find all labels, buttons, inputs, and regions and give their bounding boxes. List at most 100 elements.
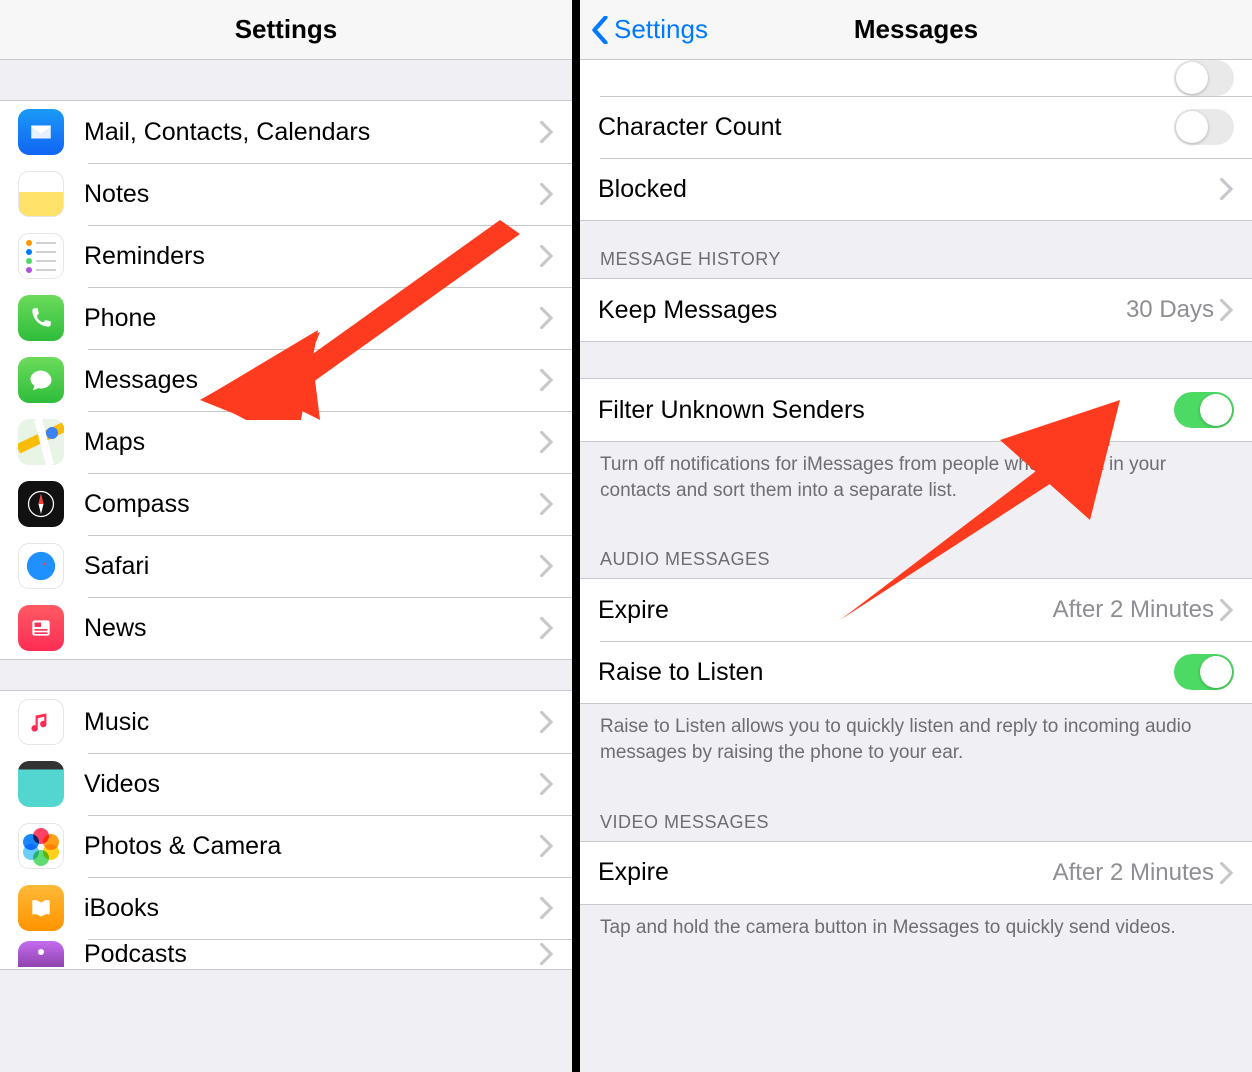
settings-row-label: Reminders <box>84 242 540 271</box>
row-value: After 2 Minutes <box>1053 859 1214 887</box>
row-filter-unknown[interactable]: Filter Unknown Senders <box>580 379 1252 441</box>
phone-icon <box>18 295 64 341</box>
settings-navbar: Settings <box>0 0 572 60</box>
settings-row-music[interactable]: Music <box>0 691 572 753</box>
footer-video: Tap and hold the camera button in Messag… <box>580 905 1252 959</box>
settings-row-messages[interactable]: Messages <box>0 349 572 411</box>
row-audio-expire[interactable]: Expire After 2 Minutes <box>580 579 1252 641</box>
settings-row-label: Notes <box>84 180 540 209</box>
settings-scroll[interactable]: Mail, Contacts, Calendars Notes <box>0 60 572 1072</box>
row-blocked[interactable]: Blocked <box>580 158 1252 220</box>
settings-row-notes[interactable]: Notes <box>0 163 572 225</box>
settings-group-apps-1: Mail, Contacts, Calendars Notes <box>0 100 572 660</box>
row-raise-to-listen[interactable]: Raise to Listen <box>580 641 1252 703</box>
settings-row-label: Mail, Contacts, Calendars <box>84 118 540 147</box>
settings-row-ibooks[interactable]: iBooks <box>0 877 572 939</box>
mail-icon <box>18 109 64 155</box>
chevron-right-icon <box>1220 599 1234 621</box>
chevron-right-icon <box>540 555 554 577</box>
settings-title: Settings <box>0 14 572 45</box>
settings-pane: Settings Mail, Contacts, Calendars Notes <box>0 0 580 1072</box>
settings-row-label: Safari <box>84 552 540 581</box>
row-clipped-top[interactable] <box>580 60 1252 96</box>
toggle-raise-to-listen[interactable] <box>1174 654 1234 690</box>
row-label: Raise to Listen <box>598 658 1174 687</box>
row-character-count[interactable]: Character Count <box>580 96 1252 158</box>
row-label: Expire <box>598 858 1053 887</box>
toggle-clipped[interactable] <box>1174 60 1234 96</box>
settings-row-label: Compass <box>84 490 540 519</box>
settings-row-label: News <box>84 614 540 643</box>
chevron-right-icon <box>540 617 554 639</box>
messages-navbar: Settings Messages <box>580 0 1252 60</box>
chevron-right-icon <box>540 369 554 391</box>
section-header-video: Video Messages <box>580 784 1252 841</box>
row-label: Keep Messages <box>598 296 1126 325</box>
settings-row-maps[interactable]: Maps <box>0 411 572 473</box>
news-icon <box>18 605 64 651</box>
section-header-audio: Audio Messages <box>580 521 1252 578</box>
chevron-right-icon <box>540 943 554 965</box>
settings-row-videos[interactable]: Videos <box>0 753 572 815</box>
chevron-right-icon <box>540 493 554 515</box>
chevron-right-icon <box>540 183 554 205</box>
messages-pane: Settings Messages Character Count Blocke… <box>580 0 1252 1072</box>
row-label: Expire <box>598 596 1053 625</box>
settings-row-label: Phone <box>84 304 540 333</box>
settings-row-phone[interactable]: Phone <box>0 287 572 349</box>
row-video-expire[interactable]: Expire After 2 Minutes <box>580 842 1252 904</box>
settings-row-photos[interactable]: Photos & Camera <box>0 815 572 877</box>
settings-row-mail[interactable]: Mail, Contacts, Calendars <box>0 101 572 163</box>
chevron-right-icon <box>1220 178 1234 200</box>
maps-icon <box>18 419 64 465</box>
back-label: Settings <box>614 14 708 45</box>
row-value: After 2 Minutes <box>1053 596 1214 624</box>
settings-row-safari[interactable]: Safari <box>0 535 572 597</box>
settings-row-news[interactable]: News <box>0 597 572 659</box>
compass-icon <box>18 481 64 527</box>
chevron-right-icon <box>540 711 554 733</box>
settings-row-label: Maps <box>84 428 540 457</box>
podcasts-icon <box>18 941 64 967</box>
messages-scroll[interactable]: Character Count Blocked Message History … <box>580 60 1252 1072</box>
settings-row-label: Messages <box>84 366 540 395</box>
row-keep-messages[interactable]: Keep Messages 30 Days <box>580 279 1252 341</box>
messages-icon <box>18 357 64 403</box>
notes-icon <box>18 171 64 217</box>
row-label: Filter Unknown Senders <box>598 396 1174 425</box>
chevron-right-icon <box>540 835 554 857</box>
videos-icon <box>18 761 64 807</box>
settings-group-apps-2: Music Videos <box>0 690 572 970</box>
chevron-right-icon <box>540 121 554 143</box>
settings-row-reminders[interactable]: Reminders <box>0 225 572 287</box>
row-label: Character Count <box>598 113 1174 142</box>
settings-row-label: Videos <box>84 770 540 799</box>
chevron-right-icon <box>540 897 554 919</box>
settings-row-label: iBooks <box>84 894 540 923</box>
photos-icon <box>18 823 64 869</box>
chevron-left-icon <box>590 16 610 44</box>
chevron-right-icon <box>540 307 554 329</box>
settings-row-compass[interactable]: Compass <box>0 473 572 535</box>
safari-icon <box>18 543 64 589</box>
reminders-icon <box>18 233 64 279</box>
footer-filter-unknown: Turn off notifications for iMessages fro… <box>580 442 1252 521</box>
chevron-right-icon <box>540 773 554 795</box>
settings-row-label: Photos & Camera <box>84 832 540 861</box>
toggle-character-count[interactable] <box>1174 109 1234 145</box>
ibooks-icon <box>18 885 64 931</box>
chevron-right-icon <box>1220 299 1234 321</box>
section-header-history: Message History <box>580 221 1252 278</box>
settings-row-podcasts[interactable]: Podcasts <box>0 939 572 969</box>
row-value: 30 Days <box>1126 296 1214 324</box>
chevron-right-icon <box>540 431 554 453</box>
row-label: Blocked <box>598 175 1220 204</box>
chevron-right-icon <box>540 245 554 267</box>
footer-raise-to-listen: Raise to Listen allows you to quickly li… <box>580 704 1252 783</box>
chevron-right-icon <box>1220 862 1234 884</box>
settings-row-label: Podcasts <box>84 940 540 969</box>
music-icon <box>18 699 64 745</box>
toggle-filter-unknown[interactable] <box>1174 392 1234 428</box>
settings-row-label: Music <box>84 708 540 737</box>
back-button[interactable]: Settings <box>580 14 708 45</box>
